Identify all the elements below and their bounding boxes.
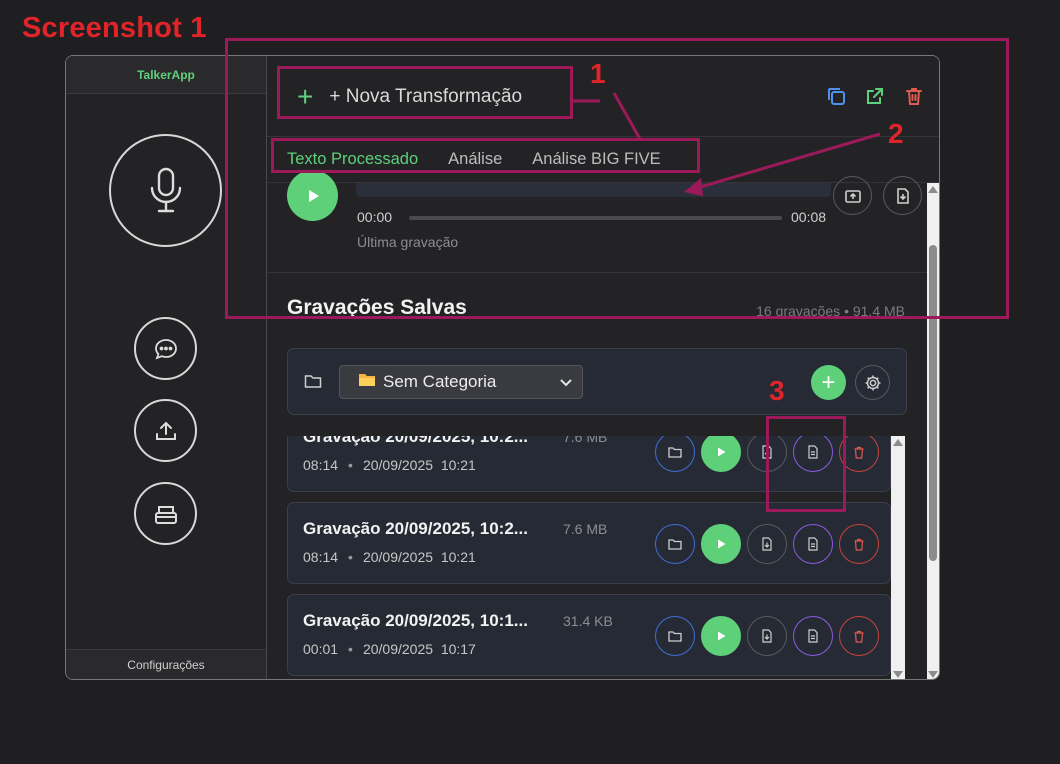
annotation-number-1: 1 [590, 58, 606, 89]
annotation-number-3: 3 [769, 375, 785, 406]
annotation-arrows [572, 92, 881, 196]
annotation-number-2: 2 [888, 118, 904, 149]
